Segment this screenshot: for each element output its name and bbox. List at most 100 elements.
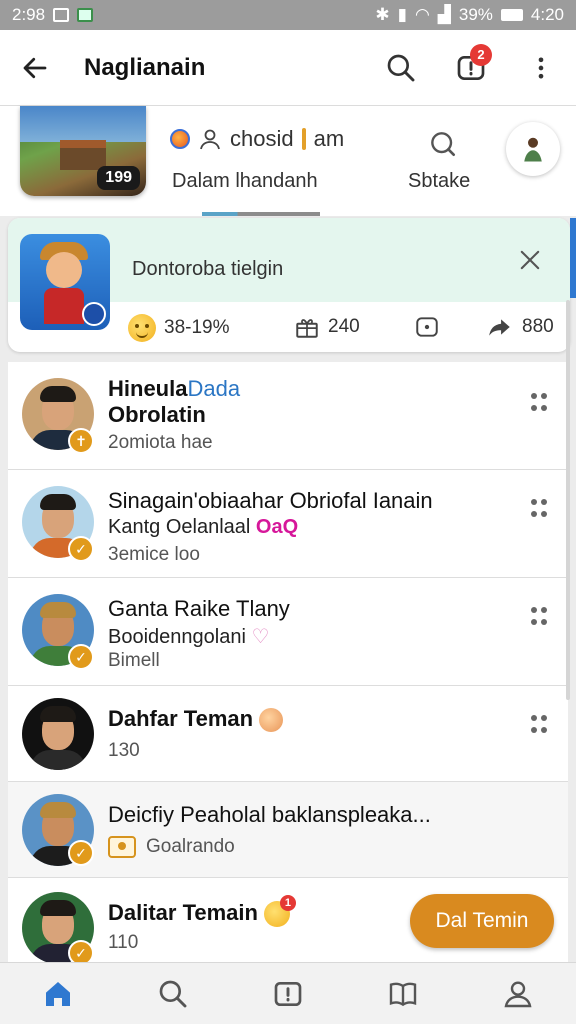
drag-handle[interactable] (530, 498, 548, 517)
user-chip[interactable]: chosid am (170, 126, 344, 152)
character-icon (524, 137, 542, 162)
share-arrow-icon (489, 319, 510, 336)
home-icon (45, 981, 70, 1006)
close-icon (520, 250, 540, 270)
stat-reaction[interactable]: 38-19% (128, 314, 230, 342)
gallery-icon (53, 8, 70, 22)
nav-alerts[interactable] (230, 963, 345, 1024)
friend-name: HineulaDada (108, 376, 241, 401)
notifications-button[interactable]: 2 (436, 30, 506, 106)
bluetooth-icon: ✱ (375, 5, 390, 24)
notification-count-badge: 2 (470, 43, 492, 66)
vibrate-icon: ▮ (397, 5, 407, 24)
app-bar: Naglianain 2 (0, 30, 576, 106)
drag-dots-icon (531, 607, 547, 625)
person-icon (200, 129, 220, 150)
status-time: 4:20 (530, 5, 564, 24)
strip-search-button[interactable] (408, 128, 478, 165)
alert-icon (274, 981, 302, 1006)
rank-badge: ✓ (68, 536, 94, 562)
overflow-menu-button[interactable] (506, 30, 576, 106)
mini-avatar[interactable] (506, 122, 560, 176)
game-count-badge: 199 (97, 166, 140, 190)
nav-search[interactable] (115, 963, 230, 1024)
scroll-accent (570, 218, 576, 298)
heart-icon: ♡ (251, 626, 270, 648)
gift-icon (296, 319, 318, 338)
scrollbar[interactable] (566, 300, 570, 700)
tab-search-label[interactable]: Sbtake (408, 170, 470, 193)
status-left-text: 2:98 (12, 5, 46, 24)
list-item[interactable]: ✓ Ganta Raike Tlany Booidenngolani ♡ Bim… (8, 578, 568, 686)
back-button[interactable] (0, 30, 70, 106)
wifi-icon: ◠ (414, 5, 430, 24)
more-vertical-icon (538, 57, 544, 78)
app-notification-icon (77, 8, 94, 22)
friend-subtitle: Obrolatin (108, 402, 206, 427)
drag-dots-icon (531, 499, 547, 517)
battery-icon (500, 9, 523, 21)
tab-friends-label[interactable]: Dalam lhandanh (172, 170, 318, 193)
battery-percent: 39% (458, 5, 493, 24)
profile-strip: 199 chosid am Dalam lhandanh Sbtake (0, 106, 576, 216)
cursor-marker (301, 128, 306, 150)
friend-name: Deicfiy Peaholal baklanspleaka... (108, 802, 431, 827)
eye-icon (108, 836, 136, 858)
friend-count: 130 (108, 740, 140, 761)
stat-percent: 38-19% (164, 317, 230, 338)
arrow-left-icon (23, 57, 47, 78)
rank-badge: ✝ (68, 428, 94, 454)
avatar (22, 698, 94, 770)
signal-icon: ▟ (437, 5, 451, 24)
drag-dots-icon (531, 715, 547, 733)
user-suffix: am (313, 126, 345, 151)
friend-subtitle: Booidenngolani ♡ (108, 626, 270, 648)
emoji-badge-icon: 1 (263, 895, 296, 928)
stat-gift[interactable]: 240 (294, 314, 360, 340)
rank-badge: ✓ (68, 644, 94, 670)
nav-home[interactable] (0, 963, 115, 1024)
add-friend-button[interactable]: Dal Temin (410, 894, 554, 948)
friend-name: Ganta Raike Tlany (108, 596, 290, 621)
list-item[interactable]: ✓ Sinagain'obiaahar Obriofal Ianain Kant… (8, 470, 568, 578)
friend-subtitle: Kantg Oelanlaal OaQ (108, 516, 299, 538)
game-thumbnail[interactable]: 199 (20, 106, 146, 196)
emoji-icon (259, 708, 284, 733)
friend-subtitle: Goalrando (108, 836, 235, 858)
search-icon (387, 54, 415, 81)
page-title: Naglianain (84, 53, 206, 81)
list-item[interactable]: ✝ HineulaDada Obrolatin 2omiota hae (8, 362, 568, 470)
friend-name: Dahfar Teman (108, 706, 284, 733)
friend-count: 110 (108, 932, 139, 953)
stat-count: 240 (328, 316, 360, 337)
list-item[interactable]: ✓ Deicfiy Peaholal baklanspleaka... Goal… (8, 782, 568, 878)
drag-handle[interactable] (530, 606, 548, 625)
stat-play[interactable] (414, 314, 440, 340)
friend-status: 3emice loo (108, 544, 200, 565)
drag-handle[interactable] (530, 392, 548, 411)
close-button[interactable] (516, 246, 544, 274)
play-box-icon (416, 317, 438, 337)
drag-dots-icon (531, 393, 547, 411)
drag-handle[interactable] (530, 714, 548, 733)
nav-profile[interactable] (461, 963, 576, 1024)
user-name: chosid (230, 126, 294, 151)
friend-status: 2omiota hae (108, 432, 213, 453)
search-icon (159, 980, 187, 1007)
book-icon (390, 982, 417, 1006)
rank-badge: ✓ (68, 840, 94, 866)
feature-title: Dontoroba tielgin (132, 258, 284, 280)
search-button[interactable] (366, 30, 436, 106)
friend-name: Dalitar Temain 1 (108, 895, 296, 928)
status-bar: 2:98 ✱ ▮ ◠ ▟ 39% 4:20 (0, 0, 576, 30)
nav-library[interactable] (346, 963, 461, 1024)
friend-status: Bimell (108, 650, 160, 671)
smile-emoji-icon (128, 314, 156, 342)
search-icon (431, 132, 455, 156)
list-item[interactable]: Dahfar Teman 130 (8, 686, 568, 782)
fire-icon (170, 129, 190, 149)
friend-name: Sinagain'obiaahar Obriofal Ianain (108, 488, 433, 513)
tab-indicator (202, 212, 320, 216)
stat-share[interactable]: 880 (486, 314, 554, 340)
feature-card[interactable]: Dontoroba tielgin 38-19% 240 880 (8, 218, 570, 352)
